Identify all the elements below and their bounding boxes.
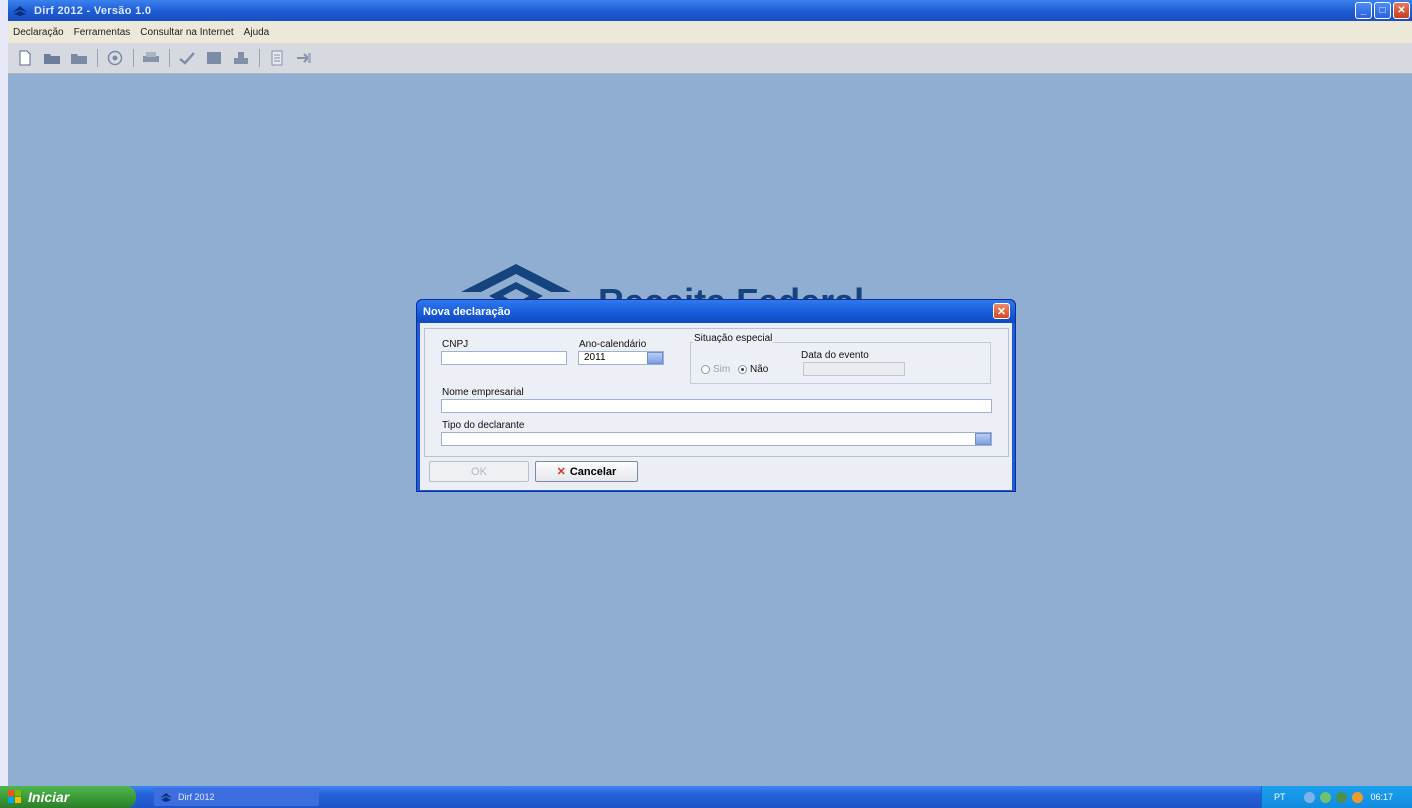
situacao-especial-group: Situação especial Sim Não Data do evento [690, 333, 991, 384]
window-titlebar[interactable]: Dirf 2012 - Versão 1.0 _ □ ✕ [8, 0, 1412, 21]
nao-radio[interactable] [738, 365, 747, 374]
folder-icon[interactable] [69, 49, 89, 67]
alert-icon[interactable] [1351, 791, 1363, 803]
app-logo-icon [160, 793, 172, 802]
export-icon[interactable] [294, 49, 314, 67]
update-icon[interactable] [1335, 791, 1347, 803]
security-icon[interactable] [1319, 791, 1331, 803]
dialog-close-button[interactable]: ✕ [993, 303, 1010, 319]
stamp-icon[interactable] [231, 49, 251, 67]
nome-empresarial-label: Nome empresarial [442, 387, 524, 398]
start-button[interactable]: Iniciar [0, 786, 136, 808]
windows-logo-icon [8, 790, 21, 803]
data-evento-label: Data do evento [801, 350, 869, 361]
dialog-titlebar[interactable]: Nova declaração ✕ [417, 300, 1015, 323]
dialog-title: Nova declaração [423, 305, 511, 318]
taskbar-item-dirf[interactable]: Dirf 2012 [154, 788, 319, 806]
maximize-button[interactable]: □ [1374, 2, 1391, 19]
ano-calendario-label: Ano-calendário [579, 339, 647, 350]
toolbar-separator [133, 49, 134, 67]
sphere-icon[interactable] [105, 49, 125, 67]
check-icon[interactable] [177, 49, 197, 67]
form-panel: CNPJ Ano-calendário 2011 Situação especi… [424, 328, 1009, 457]
start-label: Iniciar [28, 789, 70, 805]
tipo-declarante-label: Tipo do declarante [442, 420, 525, 431]
close-window-button[interactable]: ✕ [1393, 2, 1410, 19]
ano-calendario-dropdown-icon[interactable] [647, 352, 663, 364]
minimize-button[interactable]: _ [1355, 2, 1372, 19]
sim-radio[interactable] [701, 365, 710, 374]
toolbar-separator [259, 49, 260, 67]
new-file-icon[interactable] [15, 49, 35, 67]
dialog-body: CNPJ Ano-calendário 2011 Situação especi… [420, 323, 1012, 490]
menu-ferramentas[interactable]: Ferramentas [69, 27, 136, 38]
tipo-declarante-select[interactable] [441, 432, 992, 446]
nao-label: Não [750, 364, 769, 375]
tipo-declarante-dropdown-icon[interactable] [975, 433, 991, 445]
window-title: Dirf 2012 - Versão 1.0 [34, 4, 152, 17]
toolbar-separator [97, 49, 98, 67]
menu-consultar-internet[interactable]: Consultar na Internet [135, 27, 238, 38]
situacao-especial-label: Situação especial [693, 333, 774, 344]
network-icon[interactable] [1303, 791, 1315, 803]
nome-empresarial-input[interactable] [441, 399, 992, 413]
clock: 06:17 [1370, 792, 1394, 802]
cnpj-label: CNPJ [442, 339, 469, 350]
new-declaration-dialog: Nova declaração ✕ CNPJ Ano-calendário 20… [416, 299, 1016, 492]
toolbar-separator [169, 49, 170, 67]
ok-button[interactable]: OK [429, 461, 529, 482]
system-tray: PT 06:17 [1261, 786, 1412, 808]
cnpj-input[interactable] [441, 351, 567, 365]
menu-ajuda[interactable]: Ajuda [239, 27, 275, 38]
app-logo-icon [13, 5, 27, 16]
menu-bar: Declaração Ferramentas Consultar na Inte… [8, 21, 1412, 44]
language-indicator[interactable]: PT [1274, 792, 1286, 802]
sim-label: Sim [713, 364, 731, 375]
taskbar-item-label: Dirf 2012 [178, 792, 215, 802]
print-icon[interactable] [141, 49, 161, 67]
data-evento-input[interactable] [803, 362, 905, 376]
cancel-label: Cancelar [569, 465, 617, 478]
ano-calendario-value: 2011 [584, 352, 606, 363]
toolbar [8, 43, 1412, 74]
ok-label: OK [471, 465, 487, 478]
cancel-x-icon: ✕ [556, 466, 566, 478]
open-folder-icon[interactable] [42, 49, 62, 67]
menu-declaracao[interactable]: Declaração [8, 27, 69, 38]
document-icon[interactable] [267, 49, 287, 67]
grid-icon[interactable] [204, 49, 224, 67]
cancel-button[interactable]: ✕ Cancelar [535, 461, 638, 482]
taskbar: Iniciar Dirf 2012 PT 06:17 [0, 786, 1412, 808]
